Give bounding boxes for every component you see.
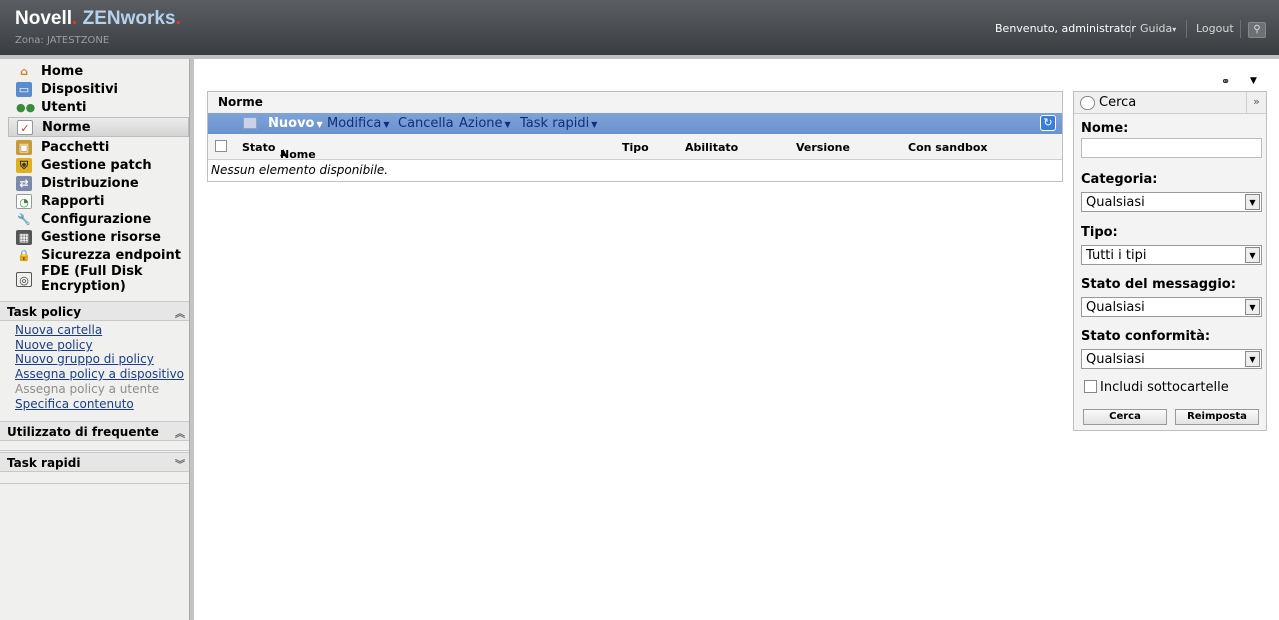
task-rapidi-menu[interactable]: Task rapidi ▼ — [520, 116, 597, 131]
chevron-down-icon: ▼ — [1245, 299, 1260, 315]
categoria-select[interactable]: Qualsiasi ▼ — [1081, 192, 1262, 212]
zone-label: Zona: JATESTZONE — [15, 35, 110, 46]
frequent-body — [0, 441, 189, 451]
nome-label: Nome: — [1081, 121, 1129, 136]
nav-item-gestione-risorse[interactable]: ▦ Gestione risorse — [16, 228, 161, 246]
col-versione[interactable]: Versione — [796, 141, 850, 154]
header-separator — [1186, 20, 1187, 38]
task-link-assegna-utente: Assegna policy a utente — [15, 382, 160, 396]
chevron-down-icon: ▼ — [1245, 194, 1260, 210]
quick-tasks-header[interactable]: Task rapidi ︾ — [0, 452, 189, 472]
nuovo-menu[interactable]: Nuovo ▼ — [268, 116, 323, 131]
header-separator — [1130, 20, 1131, 38]
asset-icon: ▦ — [16, 229, 32, 245]
nav-item-fde[interactable]: ◎ FDE (Full Disk Encryption) — [16, 264, 143, 300]
task-link-assegna-dispositivo[interactable]: Assegna policy a dispositivo — [15, 367, 184, 381]
categoria-label: Categoria: — [1081, 172, 1158, 187]
stato-messaggio-label: Stato del messaggio: — [1081, 277, 1236, 292]
search-panel: Cerca » Nome: Categoria: Qualsiasi ▼ Tipo… — [1073, 91, 1267, 431]
nav-item-sicurezza-endpoint[interactable]: 🔒 Sicurezza endpoint — [16, 246, 181, 264]
empty-message: Nessun elemento disponibile. — [211, 163, 389, 177]
package-icon: ▣ — [16, 139, 32, 155]
task-policy-header[interactable]: Task policy ︽ — [0, 301, 189, 321]
policies-panel: Norme Nuovo ▼ Modifica ▼ Cancella Azione ▼ … — [207, 91, 1063, 182]
nome-input[interactable] — [1081, 138, 1262, 158]
task-link-nuove-policy[interactable]: Nuove policy — [15, 338, 93, 352]
includi-sottocartelle-checkbox[interactable] — [1084, 380, 1097, 393]
nav-item-dispositivi[interactable]: ▭ Dispositivi — [16, 80, 118, 98]
search-header: Cerca » — [1074, 92, 1266, 114]
stato-conformita-select[interactable]: Qualsiasi ▼ — [1081, 349, 1262, 369]
azione-menu[interactable]: Azione ▼ — [459, 116, 511, 131]
guida-menu[interactable]: Guida▾ — [1140, 22, 1176, 35]
chevron-down-icon: ▼ — [591, 120, 598, 129]
task-link-nuova-cartella[interactable]: Nuova cartella — [15, 323, 102, 337]
tipo-select[interactable]: Tutti i tipi ▼ — [1081, 245, 1262, 265]
cancella-button[interactable]: Cancella — [398, 116, 454, 131]
panel-toolbar: Nuovo ▼ Modifica ▼ Cancella Azione ▼ Task r… — [208, 113, 1062, 134]
collapse-right-icon[interactable]: » — [1246, 92, 1266, 113]
nav-item-home[interactable]: ⌂ Home — [16, 62, 83, 80]
task-link-specifica-contenuto[interactable]: Specifica contenuto — [15, 397, 134, 411]
nav-item-configurazione[interactable]: 🔧 Configurazione — [16, 210, 151, 228]
chevron-down-icon: ▼ — [1245, 247, 1260, 263]
nav-item-distribuzione[interactable]: ⇄ Distribuzione — [16, 174, 139, 192]
folder-up-icon[interactable] — [243, 117, 257, 129]
reports-icon: ◔ — [16, 193, 32, 209]
stato-messaggio-select[interactable]: Qualsiasi ▼ — [1081, 297, 1262, 317]
includi-sottocartelle-label[interactable]: Includi sottocartelle — [1100, 380, 1229, 395]
stato-conformita-label: Stato conformità: — [1081, 329, 1211, 344]
monitor-icon: ▭ — [16, 81, 32, 97]
link-icon[interactable]: ⚭ — [1221, 75, 1230, 88]
chevron-down-icon: ▼ — [316, 120, 323, 129]
modifica-menu[interactable]: Modifica ▼ — [327, 116, 390, 131]
task-link-nuovo-gruppo[interactable]: Nuovo gruppo di policy — [15, 352, 154, 366]
quick-tasks-body — [0, 472, 189, 484]
header-separator — [1240, 20, 1241, 38]
users-icon: ●● — [16, 100, 36, 114]
collapse-up-icon[interactable]: ︽ — [175, 305, 185, 320]
refresh-icon[interactable]: ↻ — [1040, 115, 1056, 131]
nav-item-utenti[interactable]: ●● Utenti — [16, 98, 87, 116]
lock-icon: 🔒 — [17, 248, 31, 262]
chevron-down-icon[interactable]: ▼ — [1250, 76, 1257, 86]
nav-item-norme[interactable]: ✓ Norme — [8, 117, 189, 137]
chevron-down-icon: ▼ — [1245, 351, 1260, 367]
patch-shield-icon: ⛨ — [16, 157, 32, 173]
col-stato[interactable]: Stato — [242, 141, 275, 154]
search-icon — [1080, 96, 1095, 110]
wrench-icon: 🔧 — [17, 212, 31, 226]
logout-link[interactable]: Logout — [1196, 22, 1234, 35]
expand-down-icon[interactable]: ︾ — [175, 456, 185, 471]
cerca-button[interactable]: Cerca — [1083, 409, 1167, 425]
chevron-down-icon: ▼ — [504, 120, 511, 129]
panel-title: Norme — [208, 92, 1062, 113]
home-icon: ⌂ — [20, 64, 28, 78]
frequent-header[interactable]: Utilizzato di frequente ︽ — [0, 421, 189, 441]
nav-splitter[interactable] — [189, 59, 194, 620]
collapse-up-icon[interactable]: ︽ — [175, 425, 185, 440]
sort-ascending-icon: ▲ — [280, 148, 287, 158]
novell-zenworks-logo: Novell. ZENworks. — [15, 8, 181, 29]
chevron-down-icon: ▼ — [383, 120, 390, 129]
nav-item-pacchetti[interactable]: ▣ Pacchetti — [16, 138, 109, 156]
col-tipo[interactable]: Tipo — [622, 141, 649, 154]
select-all-checkbox[interactable] — [215, 140, 227, 152]
distribution-icon: ⇄ — [16, 175, 32, 191]
policy-icon: ✓ — [17, 119, 33, 135]
col-con-sandbox[interactable]: Con sandbox — [908, 141, 988, 154]
chevron-down-icon: ▾ — [1172, 25, 1177, 34]
tools-icon[interactable]: ⚲ — [1248, 22, 1266, 38]
disk-encryption-icon: ◎ — [16, 272, 32, 287]
nav-item-gestione-patch[interactable]: ⛨ Gestione patch — [16, 156, 152, 174]
table-header: Stato Nome ▲ Tipo Abilitato Versione Con… — [208, 134, 1062, 161]
col-abilitato[interactable]: Abilitato — [685, 141, 738, 154]
reimposta-button[interactable]: Reimposta — [1175, 409, 1259, 425]
nav-item-rapporti[interactable]: ◔ Rapporti — [16, 192, 104, 210]
welcome-text: Benvenuto, administrator — [995, 22, 1136, 35]
app-header: Novell. ZENworks. Zona: JATESTZONE Benve… — [0, 0, 1279, 55]
tipo-label: Tipo: — [1081, 225, 1118, 240]
